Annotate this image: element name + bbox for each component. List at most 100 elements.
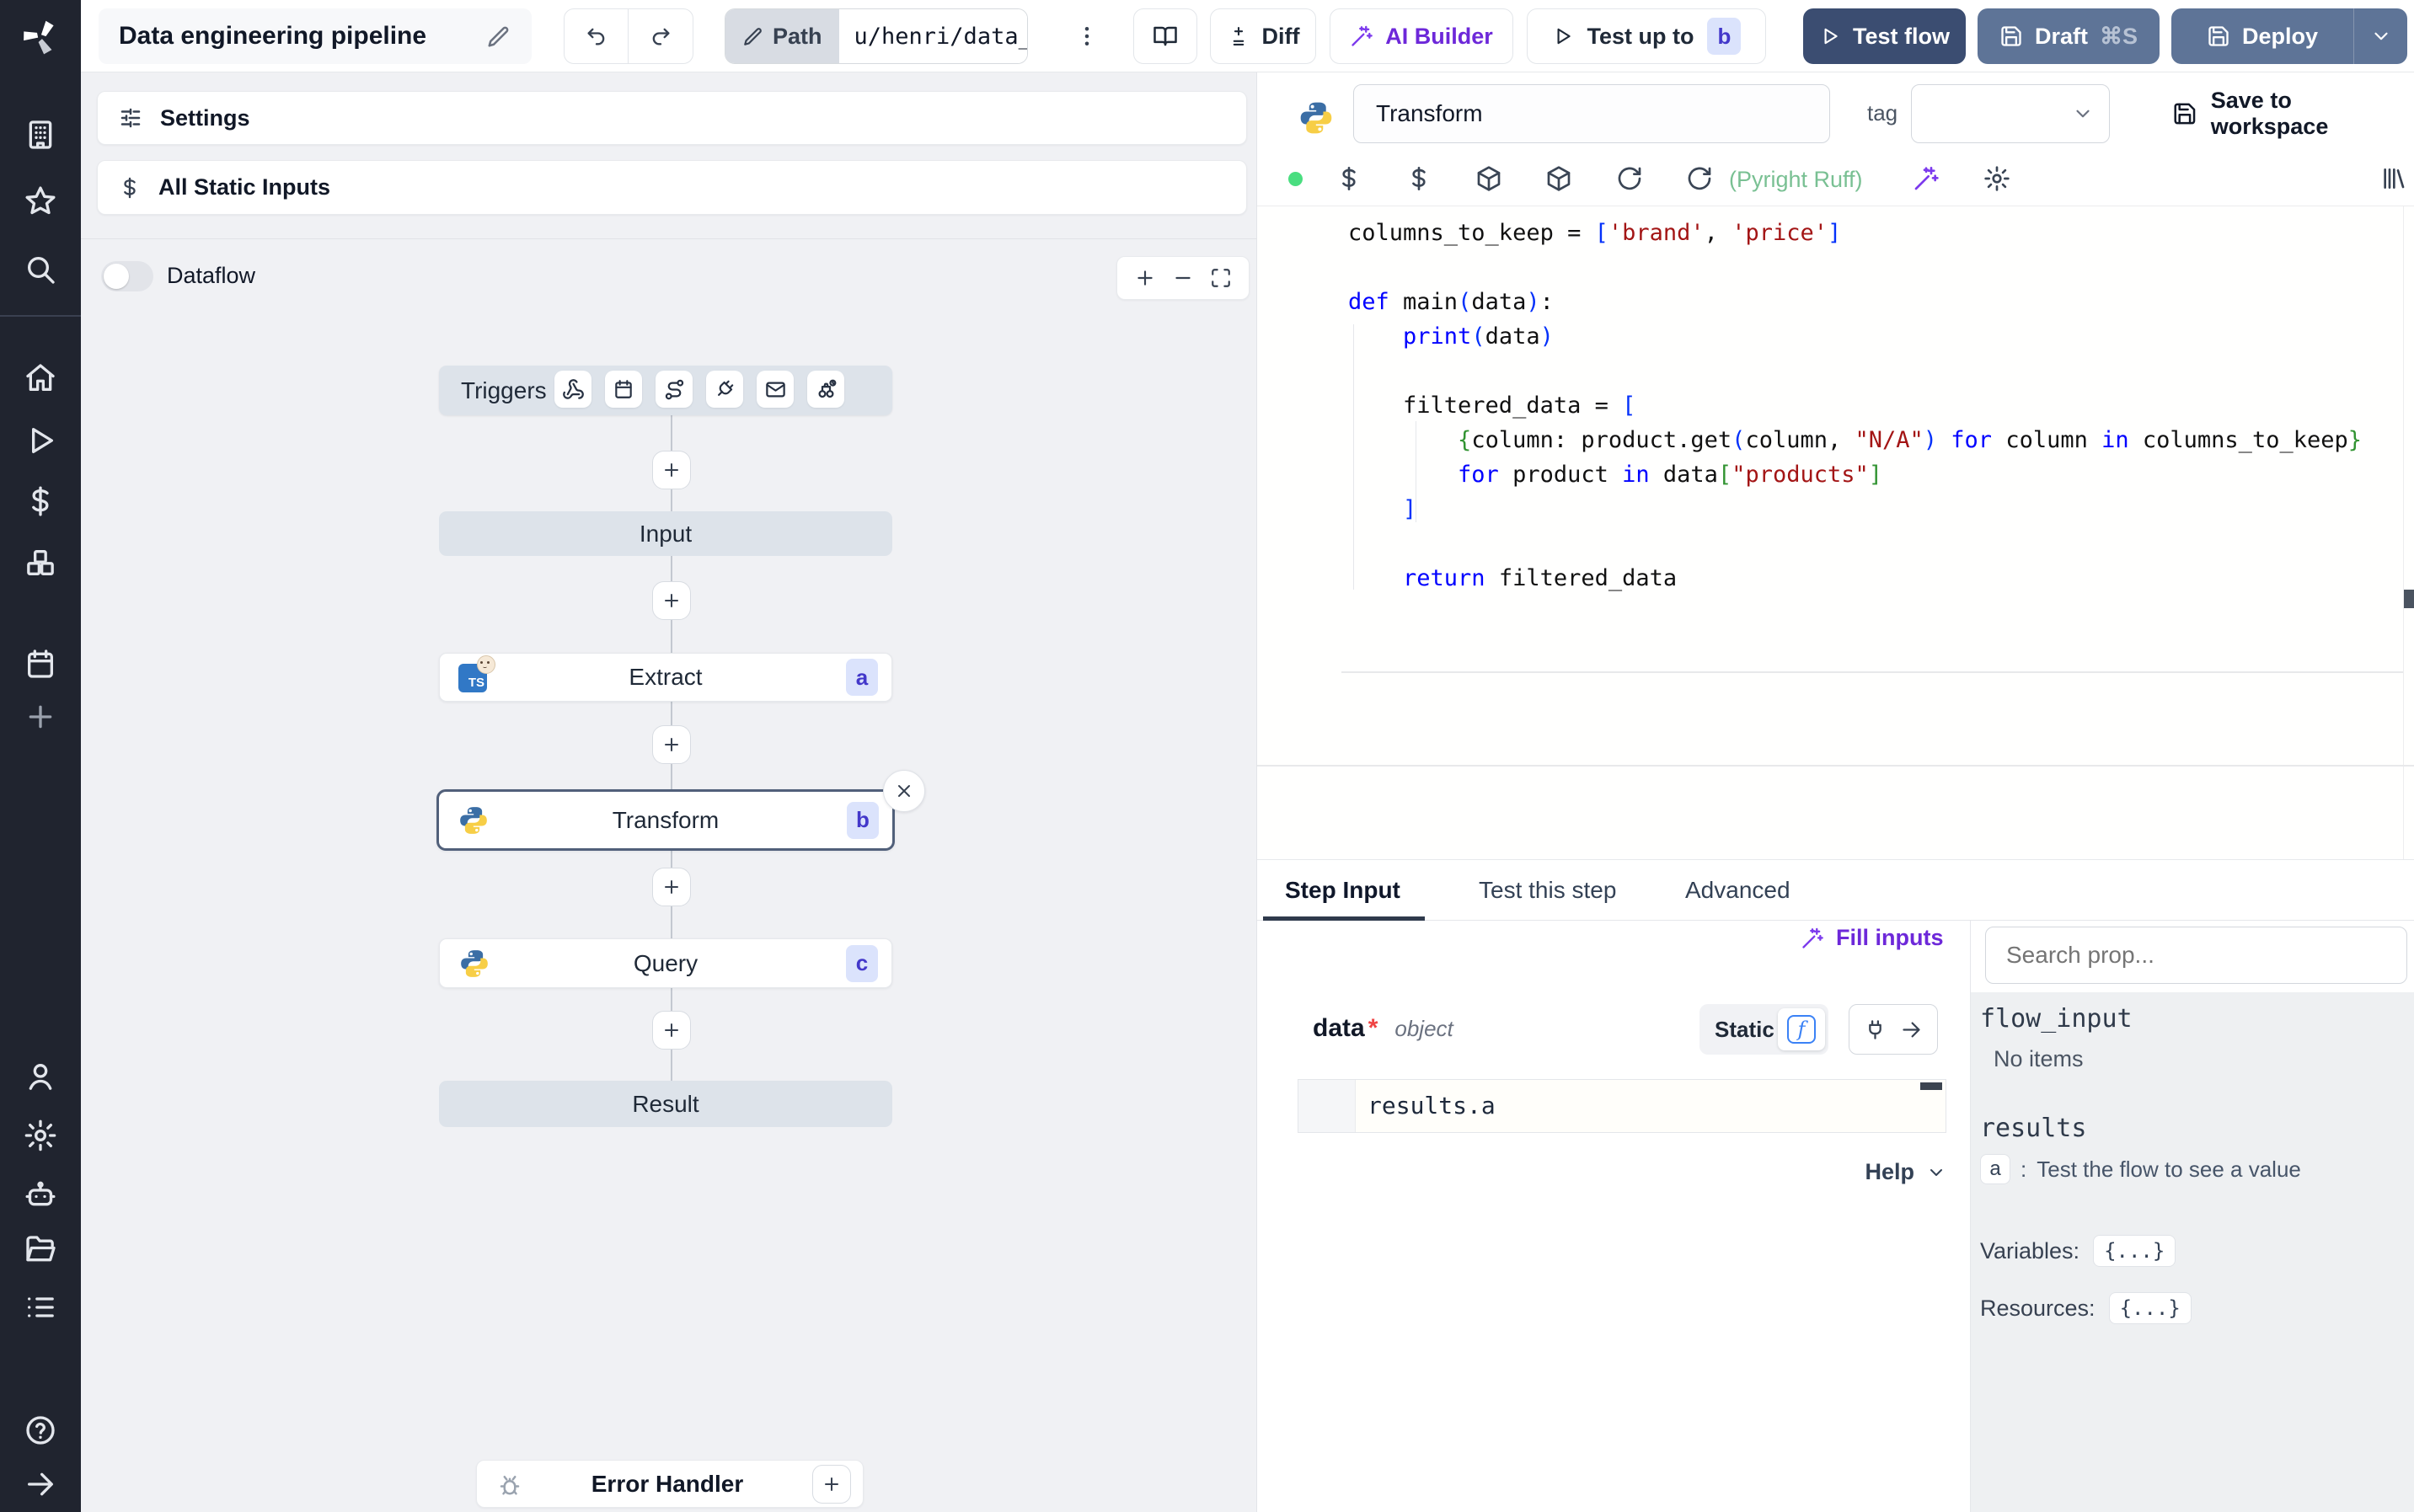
error-handler-node[interactable]: Error Handler [476,1460,864,1508]
draft-button[interactable]: Draft ⌘S [1978,8,2160,64]
fit-view-icon[interactable] [1210,267,1232,289]
zoom-out-icon[interactable] [1172,267,1194,289]
flow-divider [81,238,1257,239]
tab-step-input[interactable]: Step Input [1285,860,1400,921]
save-to-workspace-button[interactable]: Save to workspace [2172,88,2414,139]
edit-path-pencil-icon [744,28,762,45]
variable-dollar-icon[interactable] [1335,165,1362,192]
audit-list-icon[interactable] [24,1290,57,1324]
variable-dollar-icon[interactable] [1405,165,1432,192]
fill-inputs-button[interactable]: Fill inputs [1801,925,1944,951]
email-trigger-button[interactable] [757,371,794,408]
redo-icon[interactable] [629,9,693,63]
transform-step-node[interactable]: Transform b [436,789,895,851]
package-box-icon[interactable] [1545,165,1572,192]
ai-builder-button[interactable]: AI Builder [1330,8,1513,64]
dataflow-toggle[interactable] [101,261,153,291]
path-label: Path [773,23,822,49]
test-flow-button[interactable]: Test flow [1803,8,1966,64]
undo-icon[interactable] [565,9,629,63]
favorites-star-icon[interactable] [24,184,57,218]
runs-play-icon[interactable] [24,424,57,457]
javascript-expr-mode-button[interactable]: f [1778,1008,1825,1050]
input-mode-toggle: Static f [1699,1004,1828,1055]
package-box-icon[interactable] [1475,165,1502,192]
add-step-button[interactable] [652,868,691,906]
query-step-node[interactable]: Query c [439,938,892,988]
remove-step-close-icon[interactable] [883,770,925,812]
editor-settings-gear-icon[interactable] [1983,165,2010,192]
tab-test-this-step[interactable]: Test this step [1479,860,1616,921]
workspace-icon[interactable] [24,118,57,152]
route-trigger-button[interactable] [656,371,693,408]
save-icon [2174,103,2196,125]
step-name-input[interactable] [1353,84,1830,143]
help-icon[interactable] [24,1413,57,1447]
deploy-button[interactable]: Deploy [2171,8,2407,64]
more-menu-kebab-icon[interactable] [1072,8,1102,64]
result-node[interactable]: Result [439,1081,892,1127]
home-icon[interactable] [24,361,57,395]
fill-inputs-label: Fill inputs [1836,925,1944,950]
path-chip[interactable]: Path u/henri/data_ [725,8,1028,64]
ai-wand-icon[interactable] [1913,165,1940,192]
extract-step-id-badge: a [846,659,878,696]
windmill-logo-icon[interactable] [22,19,59,56]
user-icon[interactable] [24,1060,57,1093]
expression-editor[interactable]: results.a [1298,1079,1946,1133]
schedule-trigger-button[interactable] [605,371,642,408]
connect-input-controls [1849,1004,1938,1055]
code-scrollbar-thumb[interactable] [2404,590,2414,608]
help-dropdown[interactable]: Help [1298,1159,1946,1185]
resources-cubes-icon[interactable] [24,546,57,580]
search-prop-input[interactable] [1985,927,2407,984]
folders-icon[interactable] [24,1233,57,1267]
code-editor[interactable]: columns_to_keep = ['brand', 'price'] def … [1257,206,2414,859]
deploy-dropdown-chevron-icon[interactable] [2353,8,2407,64]
diff-button[interactable]: Diff [1210,8,1316,64]
flow-settings-button[interactable]: Settings [97,91,1247,145]
expand-arrow-icon[interactable] [24,1467,57,1501]
editor-section-divider [1257,765,2414,767]
test-up-to-button[interactable]: Test up to b [1527,8,1766,64]
scheduled-poll-trigger-button[interactable] [807,371,844,408]
result-entry[interactable]: a : Test the flow to see a value [1980,1154,2301,1184]
all-static-inputs-button[interactable]: All Static Inputs [97,160,1247,215]
sidebar [0,0,81,1512]
websocket-trigger-button[interactable] [706,371,743,408]
extract-step-node[interactable]: TS Extract a [439,653,892,702]
search-icon[interactable] [24,253,57,286]
tag-select[interactable] [1911,84,2110,143]
field-header: data * object [1313,1014,1453,1043]
add-step-button[interactable] [652,451,691,489]
zoom-in-icon[interactable] [1134,267,1156,289]
arrow-right-icon[interactable] [1900,1018,1923,1041]
workers-robot-icon[interactable] [24,1178,57,1211]
resources-row[interactable]: Resources: {...} [1980,1292,2192,1324]
chevron-down-icon [2076,110,2090,118]
webhook-trigger-button[interactable] [554,371,591,408]
ai-wand-icon [1352,25,1373,46]
triggers-label: Triggers [461,377,547,403]
library-columns-icon[interactable] [2379,165,2406,192]
plug-icon[interactable] [1864,1018,1887,1041]
variables-row[interactable]: Variables: {...} [1980,1235,2176,1267]
tab-advanced[interactable]: Advanced [1685,860,1790,921]
flow-input-section[interactable]: flow_input [1980,1004,2133,1034]
input-node[interactable]: Input [439,511,892,556]
results-section[interactable]: results [1980,1114,2086,1143]
add-step-button[interactable] [652,581,691,620]
edit-title-pencil-icon[interactable] [486,24,511,49]
docs-book-button[interactable] [1133,8,1197,64]
schedules-calendar-icon[interactable] [24,647,57,681]
add-plus-icon[interactable] [24,700,57,734]
variables-dollar-icon[interactable] [24,484,57,518]
add-step-button[interactable] [652,725,691,764]
add-error-handler-button[interactable] [812,1464,851,1504]
reload-icon[interactable] [1686,165,1713,192]
result-hint: Test the flow to see a value [2037,1156,2301,1182]
settings-gear-icon[interactable] [24,1119,57,1152]
reload-icon[interactable] [1616,165,1643,192]
add-step-button[interactable] [652,1011,691,1050]
flow-settings-label: Settings [160,104,250,131]
